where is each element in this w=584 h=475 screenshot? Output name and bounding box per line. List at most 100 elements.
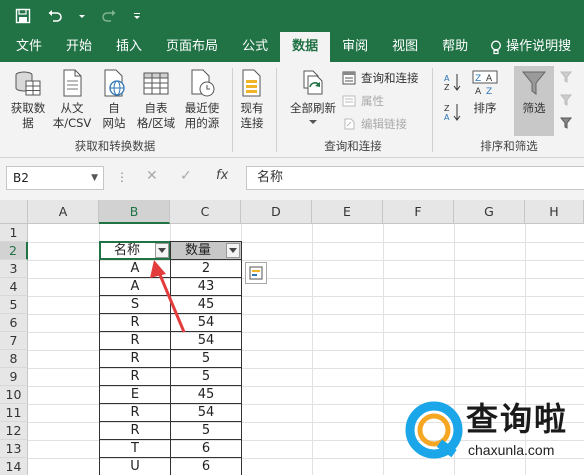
redo-icon[interactable] xyxy=(100,7,118,25)
cell-quantity[interactable]: 6 xyxy=(170,440,242,458)
cell-name[interactable]: U xyxy=(99,458,171,475)
tab-formulas[interactable]: 公式 xyxy=(230,32,280,62)
cell-name[interactable]: R xyxy=(99,350,171,368)
row-header[interactable]: 6 xyxy=(0,314,28,332)
cell-quantity[interactable]: 6 xyxy=(170,458,242,475)
cell-name[interactable]: R xyxy=(99,404,171,422)
enter-check-icon[interactable]: ✓ xyxy=(180,168,192,184)
filter-dropdown-icon[interactable] xyxy=(226,243,240,258)
existing-connections-icon xyxy=(242,69,261,97)
row-header[interactable]: 11 xyxy=(0,404,28,422)
from-text-csv-button[interactable]: 从文 本/CSV xyxy=(50,68,94,131)
advanced-filter-icon xyxy=(560,117,573,129)
column-header-c[interactable]: C xyxy=(170,200,241,224)
cell-name[interactable]: R xyxy=(99,368,171,386)
row-header[interactable]: 4 xyxy=(0,278,28,296)
cell-name[interactable]: T xyxy=(99,440,171,458)
reapply-filter-button[interactable] xyxy=(560,93,574,107)
cell-quantity[interactable]: 54 xyxy=(170,404,242,422)
properties-button[interactable]: 属性 xyxy=(342,93,384,109)
lightbulb-icon xyxy=(491,40,502,54)
queries-connections-button[interactable]: 查询和连接 xyxy=(342,70,419,86)
refresh-all-label: 全部刷新 xyxy=(290,101,336,115)
column-header-g[interactable]: G xyxy=(454,200,525,224)
filter-dropdown-icon[interactable] xyxy=(155,243,169,258)
tell-me-label: 操作说明搜 xyxy=(506,39,572,54)
row-header[interactable]: 14 xyxy=(0,458,28,475)
sort-ascending-icon: AZ xyxy=(444,74,461,92)
annotation-arrow xyxy=(150,260,186,333)
quick-analysis-button[interactable] xyxy=(245,262,267,284)
sort-az-button[interactable]: AZ xyxy=(444,72,462,92)
customize-toolbar-icon[interactable] xyxy=(132,7,142,25)
row-header[interactable]: 8 xyxy=(0,350,28,368)
quick-analysis-icon xyxy=(249,266,263,280)
row-header[interactable]: 2 xyxy=(0,242,28,260)
column-header-d[interactable]: D xyxy=(241,200,312,224)
queries-connections-icon xyxy=(342,71,356,85)
ribbon-separator xyxy=(432,68,433,152)
database-table-icon xyxy=(15,71,41,96)
advanced-filter-button[interactable] xyxy=(560,116,574,130)
cell-quantity[interactable]: 45 xyxy=(170,386,242,404)
row-header[interactable]: 5 xyxy=(0,296,28,314)
sort-za-button[interactable]: ZA xyxy=(444,102,462,122)
insert-function-icon[interactable]: fx xyxy=(216,168,228,183)
group-sort-filter-label: 排序和筛选 xyxy=(480,139,538,153)
row-header[interactable]: 10 xyxy=(0,386,28,404)
cell-name[interactable]: E xyxy=(99,386,171,404)
row-header[interactable]: 9 xyxy=(0,368,28,386)
cancel-icon[interactable]: ✕ xyxy=(146,168,158,184)
column-header-e[interactable]: E xyxy=(312,200,383,224)
column-header-f[interactable]: F xyxy=(383,200,454,224)
undo-dropdown-icon[interactable] xyxy=(78,7,86,25)
clear-filter-button[interactable] xyxy=(560,70,574,84)
tab-help[interactable]: 帮助 xyxy=(430,32,480,62)
cell-name[interactable]: R xyxy=(99,422,171,440)
row-header[interactable]: 12 xyxy=(0,422,28,440)
undo-icon[interactable] xyxy=(46,7,64,25)
from-table-range-label: 自表 格/区域 xyxy=(136,101,176,130)
watermark-title: 查询啦 xyxy=(466,400,569,438)
refresh-all-button[interactable]: 全部刷新 xyxy=(286,68,340,125)
column-header-b[interactable]: B xyxy=(99,200,170,224)
name-box[interactable]: B2 ▼ xyxy=(6,166,104,190)
filter-button[interactable]: 筛选 xyxy=(514,68,554,116)
ribbon-tabs: 文件 开始 插入 页面布局 公式 数据 审阅 视图 帮助 操作说明搜 xyxy=(0,32,584,62)
from-web-button[interactable]: 自 网站 xyxy=(96,68,132,131)
tab-review[interactable]: 审阅 xyxy=(330,32,380,62)
column-header-h[interactable]: H xyxy=(525,200,584,224)
column-header-a[interactable]: A xyxy=(28,200,99,224)
row-header[interactable]: 1 xyxy=(0,224,28,242)
group-get-transform: 获取数 据 从文 本/CSV 自 网站 自表 格/区域 最近使 用的源 获取和转… xyxy=(0,62,230,158)
tab-file[interactable]: 文件 xyxy=(4,32,54,62)
name-box-value: B2 xyxy=(13,171,29,185)
tab-view[interactable]: 视图 xyxy=(380,32,430,62)
row-header[interactable]: 3 xyxy=(0,260,28,278)
row-header[interactable]: 13 xyxy=(0,440,28,458)
tab-insert[interactable]: 插入 xyxy=(104,32,154,62)
sort-button[interactable]: ZAAZ 排序 xyxy=(468,68,502,116)
name-box-dropdown-icon[interactable]: ▼ xyxy=(91,167,98,189)
formula-bar-grip-icon[interactable]: ⋮ xyxy=(116,170,129,184)
watermark-url: chaxunla.com xyxy=(468,442,555,458)
cell-quantity[interactable]: 5 xyxy=(170,368,242,386)
magnifier-logo-icon xyxy=(405,401,463,459)
tab-data[interactable]: 数据 xyxy=(280,32,331,62)
tab-page-layout[interactable]: 页面布局 xyxy=(154,32,230,62)
existing-connections-button[interactable]: 现有 连接 xyxy=(234,68,270,131)
cell-quantity[interactable]: 5 xyxy=(170,350,242,368)
edit-links-button[interactable]: 编辑链接 xyxy=(342,116,407,132)
refresh-dropdown-icon[interactable] xyxy=(309,120,317,125)
cell-quantity[interactable]: 5 xyxy=(170,422,242,440)
formula-input[interactable]: 名称 xyxy=(246,166,584,190)
tell-me-search[interactable]: 操作说明搜 xyxy=(480,32,577,62)
from-table-range-button[interactable]: 自表 格/区域 xyxy=(134,68,178,131)
recent-sources-button[interactable]: 最近使 用的源 xyxy=(180,68,224,131)
get-data-button[interactable]: 获取数 据 xyxy=(6,68,50,131)
row-header[interactable]: 7 xyxy=(0,332,28,350)
tab-home[interactable]: 开始 xyxy=(54,32,104,62)
save-icon[interactable] xyxy=(14,7,32,25)
sort-descending-icon: ZA xyxy=(444,104,461,122)
select-all-corner[interactable] xyxy=(0,200,28,224)
